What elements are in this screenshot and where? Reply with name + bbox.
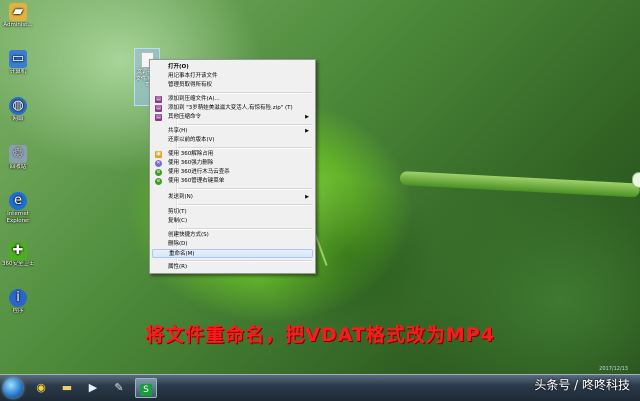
360-unlock-icon: ▣ — [155, 151, 162, 158]
desktop-icon-network[interactable]: ◍ 网络 — [2, 97, 34, 123]
desktop-icon-label: 回收站 — [9, 164, 27, 170]
menu-item-label: 使用 360管理右键菜单 — [168, 178, 225, 184]
wps-spreadsheet-icon[interactable]: S — [135, 378, 157, 398]
desktop-icon-label: Administ... — [3, 22, 33, 28]
submenu-arrow-icon: ▶ — [305, 128, 309, 134]
menu-item-360-delete[interactable]: ✕ 使用 360强力删除 — [152, 159, 313, 168]
ie-icon: e — [9, 192, 27, 210]
menu-item-label: 创建快捷方式(S) — [168, 232, 209, 238]
menu-separator — [178, 147, 312, 149]
desktop-icon-recycle-bin[interactable]: ♲ 回收站 — [2, 145, 34, 171]
winrar-icon: ▤ — [155, 105, 162, 112]
menu-item-label: 打开(O) — [168, 64, 189, 70]
menu-item-label: 复制(C) — [168, 218, 188, 224]
menu-item-delete[interactable]: 删除(D) — [152, 240, 313, 249]
menu-item-label: 删除(D) — [168, 241, 188, 247]
menu-item-copy[interactable]: 复制(C) — [152, 217, 313, 226]
recycle-bin-icon: ♲ — [9, 145, 27, 163]
360-delete-icon: ✕ — [155, 160, 162, 167]
submenu-arrow-icon: ▶ — [305, 114, 309, 120]
menu-item-other-compress[interactable]: ▤ 其他压缩命令 ▶ — [152, 113, 313, 122]
menu-item-label: 其他压缩命令 — [168, 114, 202, 120]
menu-item-restore-versions[interactable]: 还原以前的版本(V) — [152, 136, 313, 145]
computer-icon: ▭ — [9, 50, 27, 68]
menu-item-label: 使用 360进行木马云查杀 — [168, 169, 230, 175]
menu-separator — [178, 188, 312, 190]
desktop-icon-360-security[interactable]: ✚ 360安全卫士 — [2, 242, 34, 268]
desktop-icon-label: 网络 — [12, 116, 24, 122]
folder-user-icon: ▰ — [9, 3, 27, 21]
menu-separator — [178, 260, 312, 262]
menu-item-360-menu-manage[interactable]: e 使用 360管理右键菜单 — [152, 177, 313, 186]
menu-item-cut[interactable]: 剪切(T) — [152, 208, 313, 217]
winrar-icon: ▤ — [155, 96, 162, 103]
paint-icon[interactable]: ✎ — [108, 378, 130, 398]
desktop-icon-label: Internet Explorer — [6, 211, 30, 224]
desktop-icon-label: 360安全卫士 — [2, 261, 34, 267]
info-icon: i — [9, 289, 27, 307]
desktop-icon-program[interactable]: i 程序 — [2, 289, 34, 315]
menu-item-360-unlock[interactable]: ▣ 使用 360解除占用 — [152, 150, 313, 159]
menu-item-properties[interactable]: 属性(R) — [152, 263, 313, 272]
menu-item-label: 使用 360解除占用 — [168, 151, 214, 157]
desktop-icon-administrator[interactable]: ▰ Administ... — [2, 3, 34, 29]
menu-item-360-scan[interactable]: e 使用 360进行木马云查杀 — [152, 168, 313, 177]
desktop-icon-internet-explorer[interactable]: e Internet Explorer — [2, 192, 34, 225]
watermark: 头条号 / 咚咚科技 — [534, 378, 630, 392]
menu-item-label: 使用 360强力删除 — [168, 160, 214, 166]
menu-item-label: 共享(H) — [168, 128, 188, 134]
menu-item-rename[interactable]: 重命名(M) — [152, 249, 313, 258]
menu-item-create-shortcut[interactable]: 创建快捷方式(S) — [152, 231, 313, 240]
taskbar-clock: 2017/12/13 — [599, 366, 628, 372]
menu-separator — [178, 92, 312, 94]
360-menu-icon: e — [155, 178, 162, 185]
network-icon: ◍ — [9, 97, 27, 115]
desktop-edge-handle[interactable] — [632, 172, 640, 188]
winrar-icon: ▤ — [155, 114, 162, 121]
desktop-icon-label: 程序 — [12, 308, 24, 314]
menu-item-label: 用记事本打开该文件 — [168, 73, 218, 79]
menu-separator — [178, 204, 312, 206]
menu-item-open-notepad[interactable]: 用记事本打开该文件 — [152, 72, 313, 81]
menu-item-label: 剪切(T) — [168, 209, 187, 215]
menu-item-label: 发送到(N) — [168, 194, 193, 200]
context-menu: 打开(O) 用记事本打开该文件 管理员取得所有权 ▤ 添加到压缩文件(A)... … — [149, 59, 316, 274]
menu-item-label: 重命名(M) — [169, 251, 195, 257]
file-explorer-icon[interactable]: ▬ — [56, 378, 78, 398]
menu-item-label: 添加到 "3岁萌娃美滋滋大变活人,有惊有险.zip" (T) — [168, 105, 293, 111]
menu-item-label: 管理员取得所有权 — [168, 82, 213, 88]
wallpaper-stem — [399, 171, 640, 198]
submenu-arrow-icon: ▶ — [305, 194, 309, 200]
360-browser-icon[interactable]: ◉ — [30, 378, 52, 398]
menu-item-share[interactable]: 共享(H) ▶ — [152, 127, 313, 136]
menu-item-send-to[interactable]: 发送到(N) ▶ — [152, 193, 313, 202]
menu-item-take-ownership[interactable]: 管理员取得所有权 — [152, 81, 313, 90]
desktop-icon-label: 计算机 — [9, 69, 27, 75]
instruction-caption: 将文件重命名，把VDAT格式改为MP4 — [145, 324, 495, 346]
menu-separator — [178, 228, 312, 230]
menu-item-open[interactable]: 打开(O) — [152, 63, 313, 72]
menu-item-label: 添加到压缩文件(A)... — [168, 96, 220, 102]
menu-item-label: 还原以前的版本(V) — [168, 137, 215, 143]
360-scan-icon: e — [155, 169, 162, 176]
start-button[interactable] — [3, 378, 23, 398]
menu-item-label: 属性(R) — [168, 264, 188, 270]
menu-separator — [178, 124, 312, 126]
menu-item-add-to-archive[interactable]: ▤ 添加到压缩文件(A)... — [152, 95, 313, 104]
media-player-icon[interactable]: ▶ — [82, 378, 104, 398]
menu-item-add-to-zip[interactable]: ▤ 添加到 "3岁萌娃美滋滋大变活人,有惊有险.zip" (T) — [152, 104, 313, 113]
desktop-icon-computer[interactable]: ▭ 计算机 — [2, 50, 34, 76]
360-security-icon: ✚ — [9, 242, 27, 260]
